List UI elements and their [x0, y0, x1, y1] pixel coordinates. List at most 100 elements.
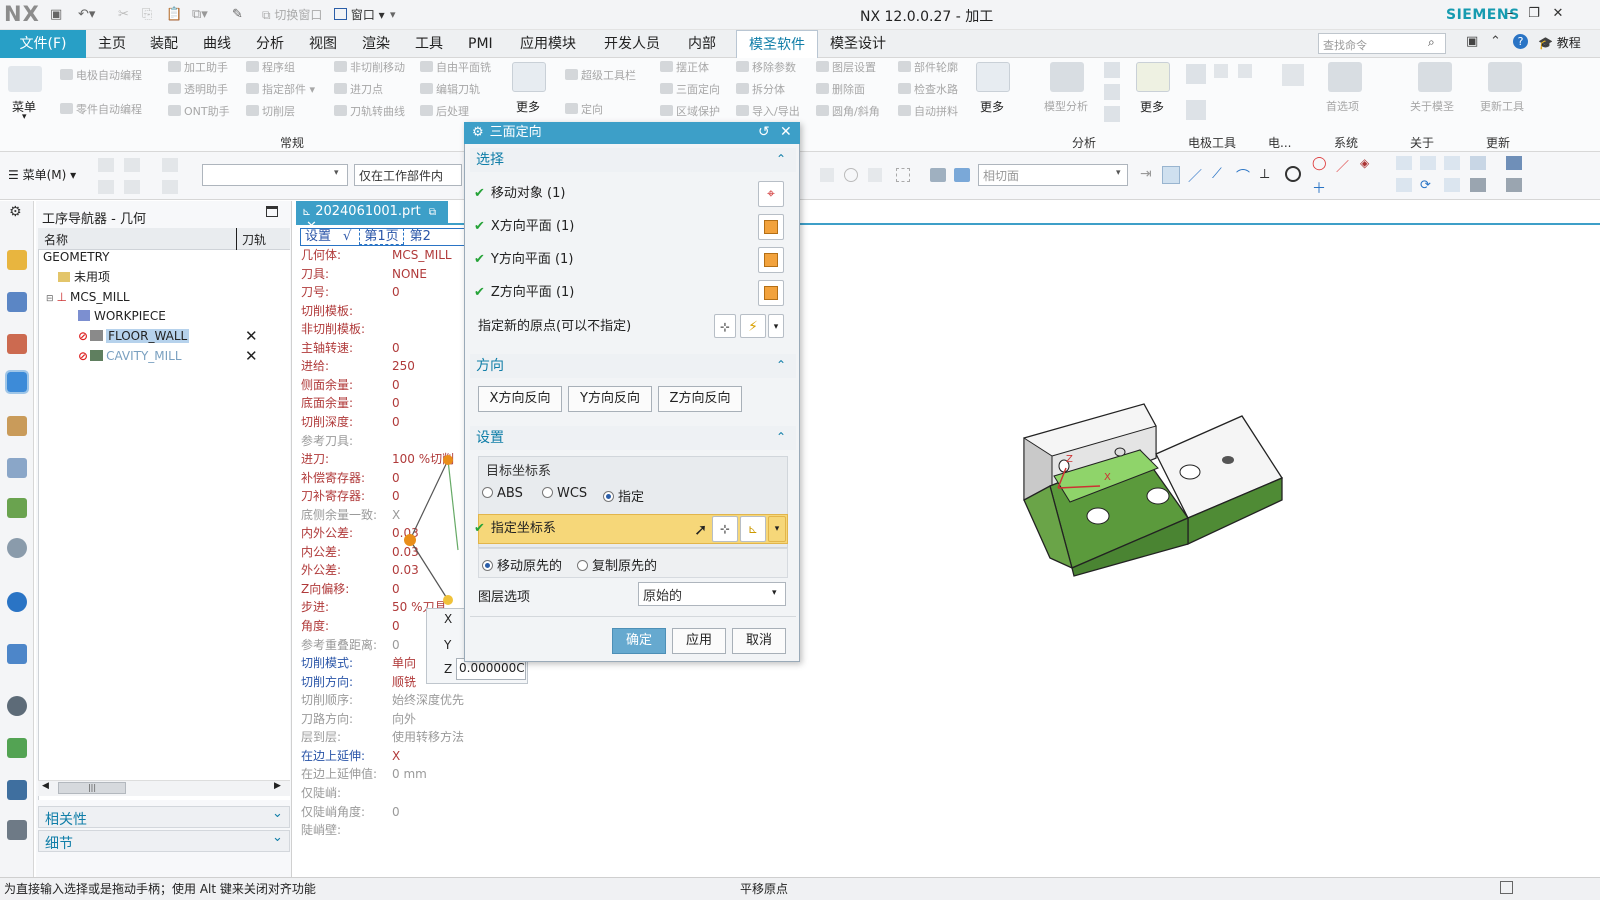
view-icon-6[interactable]	[1444, 178, 1460, 192]
cancel-button[interactable]: 取消	[732, 628, 786, 654]
engage-point-button[interactable]: 进刀点	[334, 81, 383, 99]
tab-mosheng-design[interactable]: 模圣设计	[818, 30, 898, 58]
dialog-close-button[interactable]: ✕	[780, 124, 792, 140]
non-cutting-moves-button[interactable]: 非切削移动	[334, 59, 405, 77]
ont-helper-button[interactable]: ONT助手	[168, 103, 230, 121]
split-body-button[interactable]: 拆分体	[736, 81, 785, 99]
x-direction-plane-row[interactable]: ✔ X方向平面 (1)	[474, 213, 756, 241]
window-menu-button[interactable]: 窗口 ▾	[334, 6, 385, 24]
view-icon-2[interactable]	[1420, 156, 1436, 170]
gear-icon[interactable]: ⚙	[9, 204, 22, 220]
system-icon[interactable]	[1282, 64, 1304, 86]
manipulator-handle[interactable]	[404, 440, 468, 610]
radio-abs[interactable]: ABS	[482, 486, 523, 501]
selection-icon-6[interactable]	[162, 180, 178, 194]
radio-wcs[interactable]: WCS	[542, 486, 587, 501]
part-outline-button[interactable]: 部件轮廓	[898, 59, 958, 77]
copy-icon[interactable]: ⎘	[142, 6, 152, 24]
scrollbar-thumb[interactable]: |||	[58, 782, 126, 794]
rotate-icon[interactable]: ⟳	[1420, 178, 1431, 193]
tab-analysis[interactable]: 分析	[244, 30, 296, 58]
detach-icon[interactable]: ⧉	[429, 207, 436, 218]
z-direction-plane-row[interactable]: ✔ Z方向平面 (1)	[474, 279, 756, 307]
scroll-left-icon[interactable]: ◀	[42, 781, 49, 791]
tab-assembly[interactable]: 装配	[138, 30, 190, 58]
chevron-up-icon[interactable]: ⌃	[776, 152, 786, 166]
info-tab-settings[interactable]: 设置	[301, 229, 335, 244]
visualization-icon[interactable]	[7, 538, 27, 558]
about-mosheng-button[interactable]: 关于模圣	[1410, 98, 1454, 116]
snap-face-icon[interactable]: ◈	[1360, 156, 1369, 170]
help-icon[interactable]: ?	[1513, 34, 1528, 49]
operation-navigator-icon[interactable]	[5, 370, 29, 394]
machine-tool-navigator-icon[interactable]	[7, 416, 27, 436]
electrode-tool-icon-1[interactable]	[1186, 64, 1206, 84]
main-menu-button[interactable]: ☰ 菜单(M) ▾	[8, 166, 76, 183]
radio-copy-original[interactable]: 复制原先的	[577, 555, 657, 574]
switch-window-button[interactable]: ⧉ 切换窗口	[262, 6, 322, 24]
ribbon-toggle-icon[interactable]: ▣	[1466, 34, 1478, 49]
orient-button[interactable]: 定向	[565, 101, 603, 119]
scroll-right-icon[interactable]: ▶	[274, 781, 281, 791]
super-toolbar-button[interactable]: 超级工具栏	[565, 67, 636, 85]
toolpath-to-curve-button[interactable]: 刀轨转曲线	[334, 103, 405, 121]
x-reverse-button[interactable]: X方向反向	[478, 386, 562, 412]
machining-feature-navigator-icon[interactable]	[7, 458, 27, 478]
search-icon[interactable]: ⌕	[1428, 35, 1435, 50]
minimize-button[interactable]: –	[1500, 4, 1520, 24]
electrode-tool-icon-3[interactable]	[1214, 64, 1228, 78]
view-icon-7[interactable]	[1470, 178, 1486, 192]
selection-icon-2[interactable]	[124, 158, 140, 172]
restore-button[interactable]: ❐	[1524, 4, 1544, 24]
tab-pmi[interactable]: PMI	[456, 30, 505, 58]
snap-intersect-icon[interactable]: ⟂	[1260, 166, 1269, 182]
view-icon-4[interactable]	[1470, 156, 1486, 170]
electrode-auto-program-button[interactable]: 电极自动编程	[60, 67, 142, 85]
import-export-button[interactable]: 导入/导出	[736, 103, 800, 121]
collapse-ribbon-icon[interactable]: ⌃	[1490, 34, 1501, 49]
machining-helper-button[interactable]: 加工助手	[168, 59, 228, 77]
info-tab-page2[interactable]: 第2	[404, 229, 437, 244]
face-select-icon[interactable]	[758, 280, 784, 306]
tree-item-geometry[interactable]: GEOMETRY	[38, 247, 238, 267]
apply-button[interactable]: 应用	[672, 628, 726, 654]
select-body-icon[interactable]	[930, 168, 946, 182]
view-icon-8[interactable]	[1506, 178, 1522, 192]
section-direction-header[interactable]: 方向	[470, 354, 796, 378]
file-menu[interactable]: 文件(F)	[0, 30, 86, 58]
tutorial-button[interactable]: 🎓 教程	[1538, 34, 1581, 51]
arrow-right-icon[interactable]: ⇥	[1140, 166, 1152, 182]
more-button-2[interactable]: 更多	[980, 98, 1004, 115]
snap-endpoint-icon[interactable]: ／	[1188, 166, 1202, 186]
select-face-icon[interactable]	[954, 168, 970, 182]
cut-icon[interactable]: ✂	[118, 6, 129, 24]
layer-settings-button[interactable]: 图层设置	[816, 59, 876, 77]
delete-face-button[interactable]: 删除面	[816, 81, 865, 99]
section-select-header[interactable]: 选择	[470, 148, 796, 172]
snap-midpoint-icon[interactable]: ⟋	[1212, 166, 1222, 182]
inferred-point-icon[interactable]: ⚡	[740, 314, 766, 338]
render-style-icon[interactable]	[1506, 156, 1522, 170]
snap-icon-1[interactable]	[820, 168, 834, 182]
cs-type-dropdown-icon[interactable]: ▾	[768, 516, 786, 542]
radio-specify[interactable]: 指定	[603, 486, 644, 505]
process-studio-icon[interactable]	[7, 738, 27, 758]
part-auto-program-button[interactable]: 零件自动编程	[60, 101, 142, 119]
snap-point-icon[interactable]	[1162, 166, 1180, 184]
tab-curve[interactable]: 曲线	[191, 30, 243, 58]
reuse-library-icon[interactable]	[7, 498, 27, 518]
specify-part-button[interactable]: 指定部件 ▾	[246, 81, 315, 99]
fillet-chamfer-button[interactable]: 圆角/斜角	[816, 103, 880, 121]
dependencies-section[interactable]: 相关性	[38, 806, 290, 828]
section-settings-header[interactable]: 设置	[470, 426, 796, 450]
square-body-button[interactable]: 摆正体	[660, 59, 709, 77]
details-section[interactable]: 细节	[38, 830, 290, 852]
constraint-navigator-icon[interactable]	[7, 292, 27, 312]
quick-access-dropdown-icon[interactable]: ▾	[390, 6, 396, 24]
column-toolpath[interactable]: 刀轨	[242, 231, 266, 248]
collapse-icon[interactable]: ⊟	[46, 294, 54, 304]
measure-icon[interactable]	[1104, 84, 1120, 100]
check-waterway-button[interactable]: 检查水路	[898, 81, 958, 99]
tree-item-unused[interactable]: 未用项	[38, 267, 238, 287]
more-button-3[interactable]: 更多	[1140, 98, 1164, 115]
